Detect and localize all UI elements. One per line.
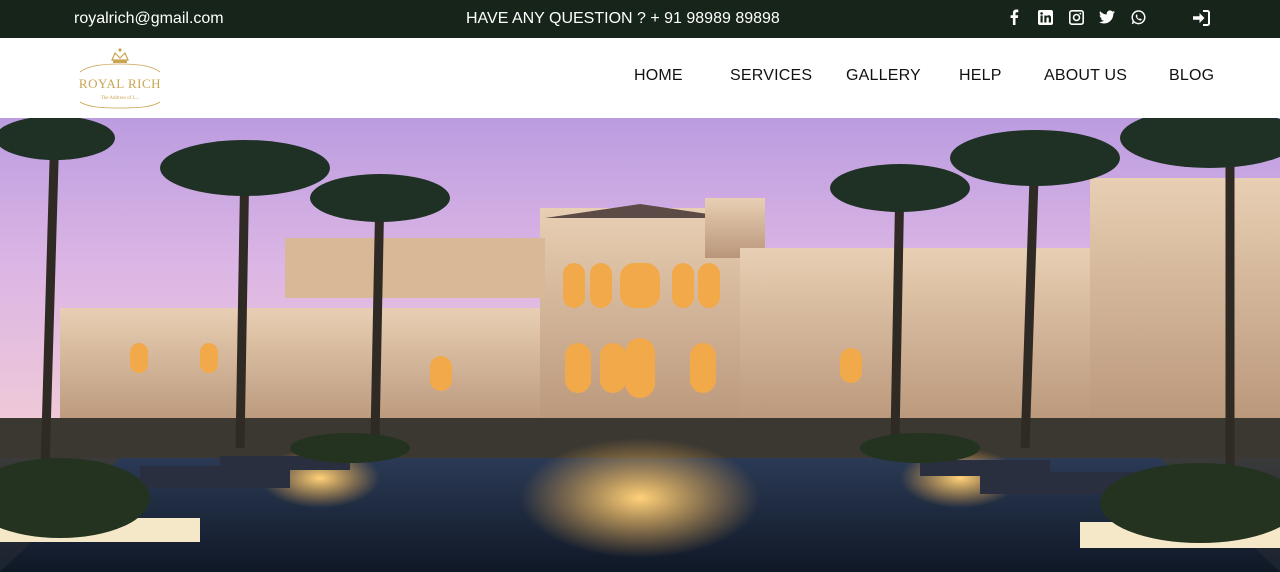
twitter-icon[interactable] bbox=[1099, 9, 1115, 25]
hero-banner-image bbox=[0, 118, 1280, 572]
svg-text:The Address of L...: The Address of L... bbox=[101, 96, 140, 101]
nav-services[interactable]: SERVICES bbox=[730, 67, 812, 85]
whatsapp-icon[interactable] bbox=[1130, 9, 1146, 25]
nav-gallery[interactable]: GALLERY bbox=[846, 67, 921, 85]
main-navbar: ROYAL RICH The Address of L... HOME SERV… bbox=[0, 38, 1280, 118]
nav-about-us[interactable]: ABOUT US bbox=[1044, 67, 1127, 85]
nav-home[interactable]: HOME bbox=[634, 67, 683, 85]
social-links bbox=[1006, 9, 1161, 25]
main-nav: HOME SERVICES GALLERY HELP ABOUT US BLOG bbox=[0, 67, 1280, 91]
contact-email[interactable]: royalrich@gmail.com bbox=[74, 10, 224, 28]
nav-blog[interactable]: BLOG bbox=[1169, 67, 1214, 85]
contact-phone: HAVE ANY QUESTION ? + 91 98989 89898 bbox=[466, 10, 780, 27]
resort-pool-illustration bbox=[0, 118, 1280, 572]
top-info-bar: royalrich@gmail.com HAVE ANY QUESTION ? … bbox=[0, 0, 1280, 38]
facebook-icon[interactable] bbox=[1006, 9, 1022, 25]
linkedin-icon[interactable] bbox=[1037, 9, 1053, 25]
sign-in-icon[interactable] bbox=[1192, 10, 1210, 26]
instagram-icon[interactable] bbox=[1068, 9, 1084, 25]
nav-help[interactable]: HELP bbox=[959, 67, 1002, 85]
